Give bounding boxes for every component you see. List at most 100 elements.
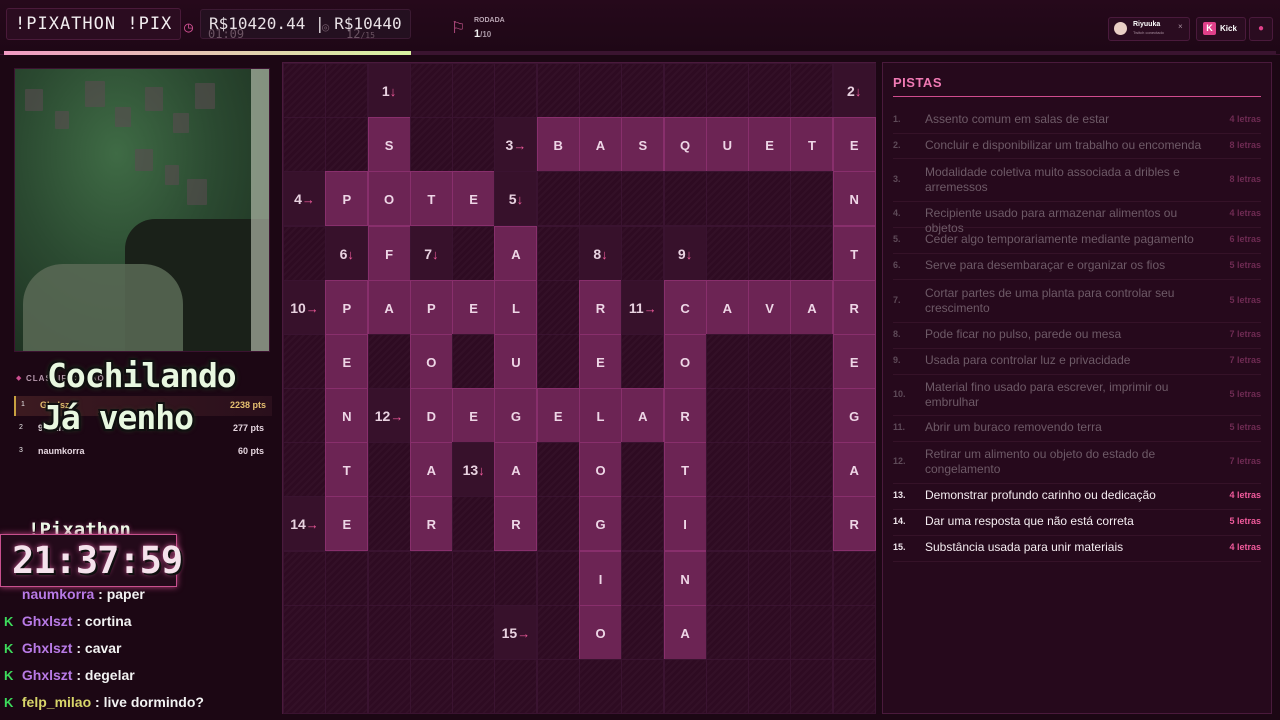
empty-cell <box>832 658 876 714</box>
clue-item[interactable]: 10. Material fino usado para escrever, im… <box>893 374 1261 416</box>
letter-cell[interactable]: E <box>452 171 496 227</box>
letter-cell[interactable]: T <box>325 442 369 498</box>
twitch-user-pill[interactable]: Riyuuka Twitch conectado × <box>1108 17 1190 41</box>
clue-item[interactable]: 13. Demonstrar profundo carinho ou dedica… <box>893 483 1261 510</box>
letter-cell[interactable]: S <box>621 117 665 173</box>
letter-cell[interactable]: A <box>494 225 538 281</box>
letter-cell[interactable]: L <box>579 388 622 443</box>
letter-cell[interactable]: G <box>832 388 876 443</box>
letter-cell[interactable]: U <box>705 117 749 173</box>
letter-cell[interactable]: N <box>663 550 707 606</box>
letter-cell[interactable]: L <box>494 279 538 335</box>
chat-panel: naumkorra : paper K Ghxlszt : cortina K … <box>0 586 280 720</box>
clue-item[interactable]: 15. Substância usada para unir materiais 4… <box>893 535 1261 562</box>
letter-cell[interactable]: N <box>325 388 369 443</box>
letter-cell[interactable]: O <box>579 604 622 660</box>
letter-cell[interactable]: A <box>705 279 749 335</box>
letter-cell[interactable]: V <box>748 279 792 335</box>
letter-cell[interactable]: G <box>494 388 538 443</box>
letter-cell[interactable]: E <box>452 388 496 443</box>
clue-number-cell[interactable]: 15→ <box>494 604 538 660</box>
clue-number-cell[interactable]: 9↓ <box>663 225 707 281</box>
letter-cell[interactable]: R <box>663 388 707 443</box>
letter-cell[interactable]: A <box>409 442 453 498</box>
clue-number-cell[interactable]: 3→ <box>494 117 538 173</box>
clue-number-cell[interactable]: 7↓ <box>409 225 453 281</box>
letter-cell[interactable]: A <box>832 442 876 498</box>
letter-cell[interactable]: S <box>367 117 411 173</box>
letter-cell[interactable]: A <box>621 388 665 443</box>
letter-cell[interactable]: I <box>579 550 622 606</box>
letter-cell[interactable]: E <box>536 388 580 443</box>
clue-number-cell[interactable]: 14→ <box>283 496 326 552</box>
clue-number-cell[interactable]: 12→ <box>367 388 411 443</box>
clue-item[interactable]: 9. Usada para controlar luz e privacidade… <box>893 348 1261 375</box>
power-button[interactable]: ● <box>1249 17 1273 41</box>
letter-cell[interactable]: Q <box>663 117 707 173</box>
letter-cell[interactable]: F <box>367 225 411 281</box>
letter-cell[interactable]: A <box>367 279 411 335</box>
clue-number-cell[interactable]: 1↓ <box>367 63 411 118</box>
letter-cell[interactable]: E <box>579 333 622 389</box>
clue-item[interactable]: 12. Retirar um alimento ou objeto do esta… <box>893 441 1261 484</box>
letter-cell[interactable]: E <box>325 496 369 552</box>
clue-number-cell[interactable]: 11→ <box>621 279 665 335</box>
clue-number-cell[interactable]: 4→ <box>283 171 326 227</box>
letter-cell[interactable]: O <box>367 171 411 227</box>
kick-button[interactable]: K Kick <box>1196 17 1246 41</box>
clue-item[interactable]: 14. Dar uma resposta que não está correta… <box>893 509 1261 536</box>
letter-cell[interactable]: T <box>790 117 834 173</box>
clue-number-cell[interactable]: 10→ <box>283 279 326 335</box>
letter-cell[interactable]: T <box>832 225 876 281</box>
letter-cell[interactable]: E <box>748 117 792 173</box>
letter-cell[interactable]: A <box>579 117 622 173</box>
clue-length: 5 letras <box>1229 516 1261 526</box>
letter-cell[interactable]: E <box>832 117 876 173</box>
letter-cell[interactable]: E <box>832 333 876 389</box>
letter-cell[interactable]: T <box>663 442 707 498</box>
empty-cell <box>748 550 792 606</box>
letter-cell[interactable]: A <box>494 442 538 498</box>
letter-cell[interactable]: U <box>494 333 538 389</box>
letter-cell[interactable]: C <box>663 279 707 335</box>
clue-item[interactable]: 7. Cortar partes de uma planta para contr… <box>893 279 1261 323</box>
empty-cell <box>579 658 622 714</box>
clue-item[interactable]: 11. Abrir um buraco removendo terra 5 letr… <box>893 415 1261 442</box>
letter-cell[interactable]: P <box>409 279 453 335</box>
letter-cell[interactable]: R <box>832 496 876 552</box>
clue-number-cell[interactable]: 13↓ <box>452 442 496 498</box>
clue-item[interactable]: 2. Concluir e disponibilizar um trabalho … <box>893 133 1261 159</box>
clue-number-cell[interactable]: 2↓ <box>832 63 876 118</box>
clue-item[interactable]: 8. Pode ficar no pulso, parede ou mesa 7 l… <box>893 322 1261 349</box>
letter-cell[interactable]: O <box>663 333 707 389</box>
clue-item[interactable]: 3. Modalidade coletiva muito associada a … <box>893 158 1261 202</box>
clue-item[interactable]: 5. Ceder algo temporariamente mediante pa… <box>893 227 1261 254</box>
letter-cell[interactable]: N <box>832 171 876 227</box>
close-icon[interactable]: × <box>1178 22 1183 31</box>
letter-cell[interactable]: R <box>832 279 876 335</box>
kick-badge-icon: K <box>4 668 14 683</box>
letter-cell[interactable]: E <box>325 333 369 389</box>
clue-number-cell[interactable]: 5↓ <box>494 171 538 227</box>
clue-item[interactable]: 1. Assento comum em salas de estar 4 letra… <box>893 107 1261 134</box>
letter-cell[interactable]: I <box>663 496 707 552</box>
letter-cell[interactable]: B <box>536 117 580 173</box>
letter-cell[interactable]: O <box>409 333 453 389</box>
letter-cell[interactable]: R <box>579 279 622 335</box>
letter-cell[interactable]: R <box>494 496 538 552</box>
letter-cell[interactable]: E <box>452 279 496 335</box>
clue-text: Pode ficar no pulso, parede ou mesa <box>925 327 1122 341</box>
clue-number-cell[interactable]: 6↓ <box>325 225 369 281</box>
clue-item[interactable]: 4. Recipiente usado para armazenar alimen… <box>893 201 1261 235</box>
letter-cell[interactable]: R <box>409 496 453 552</box>
letter-cell[interactable]: D <box>409 388 453 443</box>
letter-cell[interactable]: T <box>409 171 453 227</box>
letter-cell[interactable]: G <box>579 496 622 552</box>
clue-number-cell[interactable]: 8↓ <box>579 225 622 281</box>
letter-cell[interactable]: P <box>325 171 369 227</box>
letter-cell[interactable]: O <box>579 442 622 498</box>
clue-item[interactable]: 6. Serve para desembaraçar e organizar os… <box>893 253 1261 280</box>
letter-cell[interactable]: A <box>790 279 834 335</box>
letter-cell[interactable]: A <box>663 604 707 660</box>
letter-cell[interactable]: P <box>325 279 369 335</box>
